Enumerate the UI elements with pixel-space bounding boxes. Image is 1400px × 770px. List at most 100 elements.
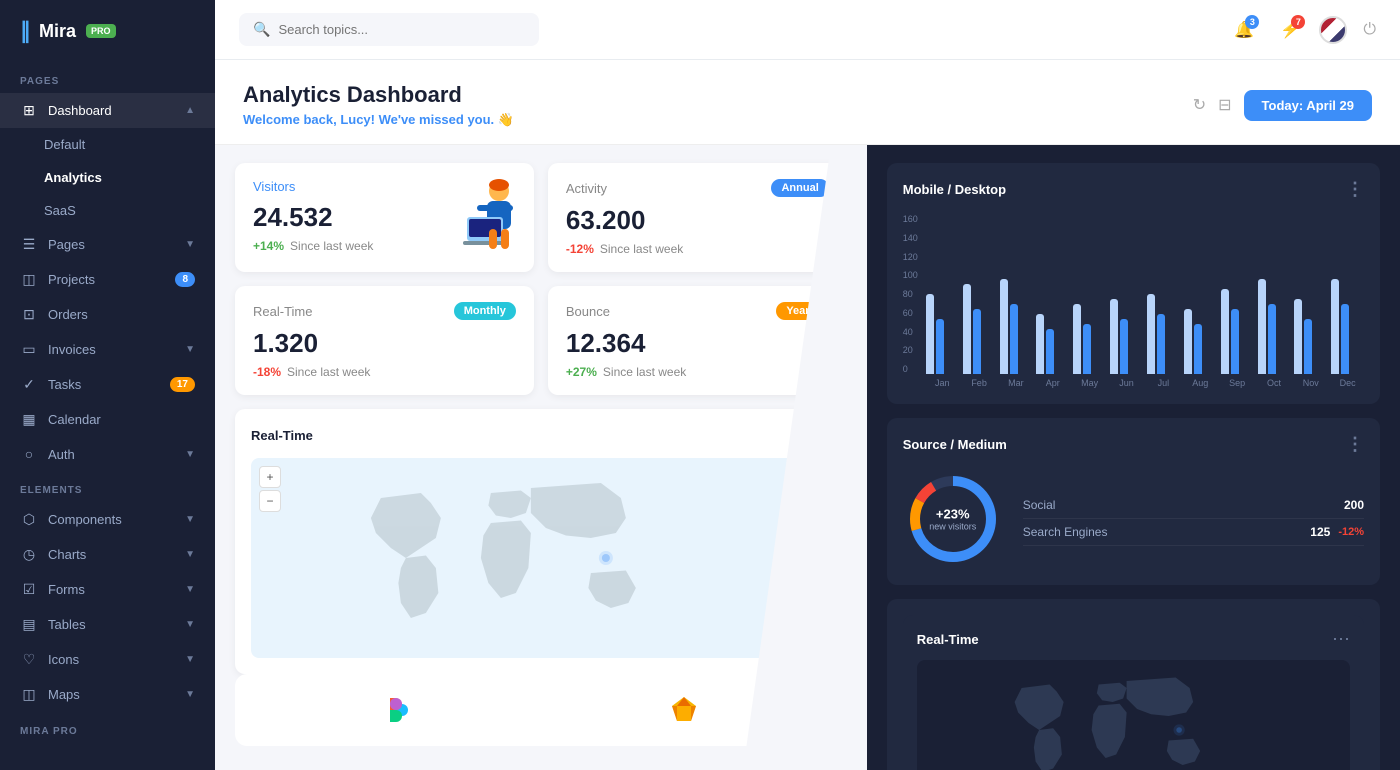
notifications-badge: 3	[1245, 15, 1259, 29]
bar-chart-bars	[926, 214, 1364, 374]
sidebar-item-tables[interactable]: ▤ Tables ▼	[0, 607, 215, 642]
sidebar-item-dashboard[interactable]: ⊞ Dashboard ▲	[0, 93, 215, 128]
realtime-change: -18%	[253, 365, 281, 379]
bar-secondary	[1221, 289, 1229, 374]
sidebar-item-pages[interactable]: ☰ Pages ▼	[0, 227, 215, 262]
mobile-desktop-chart: Mobile / Desktop ⋮ 160 140 120 100 80 60…	[887, 163, 1380, 404]
source-dots-menu[interactable]: ⋮	[1346, 434, 1364, 455]
bounce-since: Since last week	[603, 365, 686, 379]
page-header: Analytics Dashboard Welcome back, Lucy! …	[215, 60, 1400, 145]
activity-badge: Annual	[771, 179, 828, 197]
notifications-icon[interactable]: 🔔 3	[1227, 13, 1261, 47]
sidebar-item-default[interactable]: Default	[0, 128, 215, 161]
bar-primary	[1268, 304, 1276, 374]
sidebar-item-icons[interactable]: ♡ Icons ▼	[0, 642, 215, 677]
flag-avatar[interactable]	[1319, 16, 1347, 44]
refresh-icon[interactable]: ↻	[1193, 95, 1206, 115]
search-input[interactable]	[278, 22, 498, 37]
filter-icon[interactable]: ⊟	[1218, 95, 1231, 115]
tasks-label: Tasks	[48, 377, 160, 392]
realtime-map-card: Real-Time ⋯ + −	[235, 409, 847, 674]
forms-label: Forms	[48, 582, 175, 597]
logo-icon: ∥	[20, 18, 31, 44]
realtime-value: 1.320	[253, 328, 516, 359]
bar-primary	[936, 319, 944, 374]
chevron-icon: ▼	[185, 344, 195, 355]
bar-group	[1073, 304, 1106, 374]
bounce-value: 12.364	[566, 328, 829, 359]
maps-label: Maps	[48, 687, 175, 702]
orders-icon: ⊡	[20, 306, 38, 323]
sidebar-item-charts[interactable]: ◷ Charts ▼	[0, 537, 215, 572]
activity-meta: -12% Since last week	[566, 242, 829, 256]
bar-secondary	[926, 294, 934, 374]
dark-map-title: Real-Time	[917, 632, 979, 647]
sidebar-item-calendar[interactable]: ▦ Calendar	[0, 402, 215, 437]
page-subtitle: Welcome back, Lucy! We've missed you. 👋	[243, 112, 514, 128]
projects-label: Projects	[48, 272, 165, 287]
bar-primary	[1010, 304, 1018, 374]
power-button[interactable]: ⏻	[1363, 21, 1376, 39]
sidebar-item-projects[interactable]: ◫ Projects 8	[0, 262, 215, 297]
chevron-icon: ▼	[185, 689, 195, 700]
bar-secondary	[1110, 299, 1118, 374]
alerts-icon[interactable]: ⚡ 7	[1273, 13, 1307, 47]
bar-secondary	[1073, 304, 1081, 374]
realtime-badge: Monthly	[454, 302, 516, 320]
split-left: Visitors 24.532 +14% Since last week	[215, 145, 867, 770]
dashboard-icon: ⊞	[20, 102, 38, 119]
sidebar-item-components[interactable]: ⬡ Components ▼	[0, 502, 215, 537]
dark-map-dots[interactable]: ⋯	[1332, 629, 1350, 650]
date-button[interactable]: Today: April 29	[1244, 90, 1372, 121]
content-area: Visitors 24.532 +14% Since last week	[215, 145, 1400, 770]
logo-badge: PRO	[86, 24, 116, 38]
sidebar-item-saas[interactable]: SaaS	[0, 194, 215, 227]
forms-icon: ☑	[20, 581, 38, 598]
sidebar-item-forms[interactable]: ☑ Forms ▼	[0, 572, 215, 607]
map-body: + −	[251, 458, 831, 658]
auth-icon: ○	[20, 446, 38, 462]
donut-label: new visitors	[929, 522, 976, 532]
bar-group	[1221, 289, 1254, 374]
bar-group	[926, 294, 959, 374]
map-title: Real-Time	[251, 428, 313, 443]
search-wrap[interactable]: 🔍	[239, 13, 539, 46]
sidebar-item-maps[interactable]: ◫ Maps ▼	[0, 677, 215, 712]
activity-since: Since last week	[600, 242, 683, 256]
visitors-card: Visitors 24.532 +14% Since last week	[235, 163, 534, 272]
tables-label: Tables	[48, 617, 175, 632]
search-icon: 🔍	[253, 21, 270, 38]
activity-change: -12%	[566, 242, 594, 256]
analytics-label: Analytics	[44, 170, 102, 185]
projects-icon: ◫	[20, 271, 38, 288]
bar-primary	[1157, 314, 1165, 374]
realtime-since: Since last week	[287, 365, 370, 379]
section-label-elements: ELEMENTS	[0, 471, 215, 502]
donut-percent: +23%	[929, 507, 976, 522]
charts-icon: ◷	[20, 546, 38, 563]
sidebar-item-orders[interactable]: ⊡ Orders	[0, 297, 215, 332]
sidebar-item-tasks[interactable]: ✓ Tasks 17	[0, 367, 215, 402]
source-medium-body: +23% new visitors Social 200 Search Engi…	[903, 469, 1364, 569]
bar-group	[1110, 299, 1143, 374]
sidebar-item-auth[interactable]: ○ Auth ▼	[0, 437, 215, 471]
bar-primary	[1304, 319, 1312, 374]
visitors-change: +14%	[253, 239, 284, 253]
source-row-social: Social 200	[1023, 492, 1364, 519]
source-medium-title: Source / Medium ⋮	[903, 434, 1364, 455]
bar-group	[963, 284, 996, 374]
bounce-meta: +27% Since last week	[566, 365, 829, 379]
chart-dots-menu[interactable]: ⋮	[1346, 179, 1364, 200]
bar-group	[1000, 279, 1033, 374]
chevron-icon: ▼	[185, 449, 195, 460]
realtime-label: Real-Time	[253, 304, 312, 319]
bounce-card: Bounce Yearly 12.364 +27% Since last wee…	[548, 286, 847, 395]
map-dots-menu[interactable]: ⋯	[813, 425, 831, 446]
sidebar-item-invoices[interactable]: ▭ Invoices ▼	[0, 332, 215, 367]
bar-group	[1184, 309, 1217, 374]
activity-value: 63.200	[566, 205, 829, 236]
dark-world-map	[917, 660, 1350, 770]
sidebar-label-dashboard: Dashboard	[48, 103, 175, 118]
sidebar-item-analytics[interactable]: Analytics	[0, 161, 215, 194]
bar-secondary	[1000, 279, 1008, 374]
